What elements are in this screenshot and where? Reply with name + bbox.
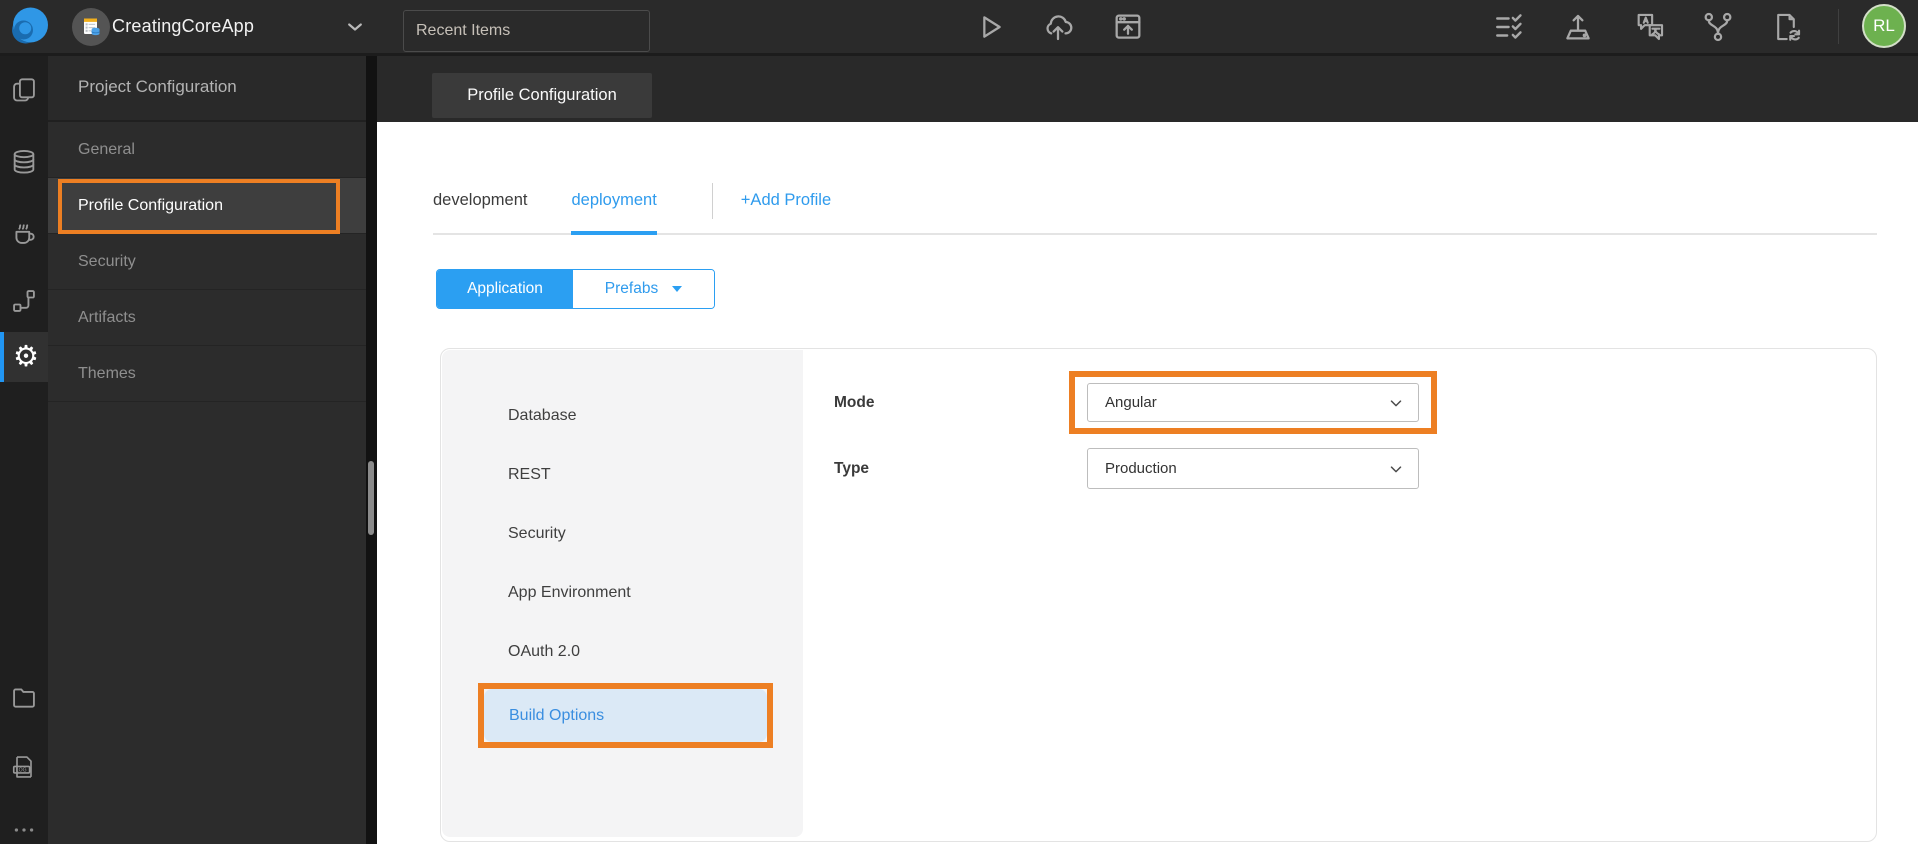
more-dots-icon[interactable] <box>0 816 48 844</box>
add-profile-button[interactable]: +Add Profile <box>741 191 831 210</box>
folder-icon[interactable] <box>0 683 48 711</box>
translate-chat-icon[interactable] <box>1633 10 1667 44</box>
mode-row: Mode Angular <box>834 371 1437 434</box>
wavemaker-logo-icon[interactable] <box>10 6 50 46</box>
type-row: Type Production <box>834 448 1437 489</box>
prefabs-caret-down-icon <box>672 286 683 292</box>
topbar-divider <box>1838 9 1839 44</box>
branch-share-icon[interactable] <box>1701 10 1735 44</box>
topbar: CreatingCoreApp Recent Items RL <box>0 0 1918 53</box>
app-switcher-chevron-icon[interactable] <box>344 17 366 37</box>
recent-items-input[interactable] <box>403 10 650 52</box>
nav-item-security[interactable]: Security <box>442 504 803 563</box>
settings-nav-panel: Database REST Security App Environment O… <box>442 350 803 837</box>
profile-tabs: development deployment +Add Profile <box>433 168 1877 235</box>
highlight-box-build-options: Build Options <box>478 683 773 748</box>
cloud-deploy-icon[interactable] <box>1041 10 1075 44</box>
sidebar-item-general[interactable]: General <box>48 122 366 178</box>
build-options-form: Mode Angular Type Production <box>834 371 1437 489</box>
nav-item-database[interactable]: Database <box>442 386 803 445</box>
nav-item-oauth[interactable]: OAuth 2.0 <box>442 622 803 681</box>
settings-sidebar: Project Configuration General Profile Co… <box>48 53 366 844</box>
app-screen: CreatingCoreApp Recent Items RL ⚙ LOG Pr… <box>0 0 1918 844</box>
tab-development[interactable]: development <box>433 168 527 233</box>
scope-toggle: Application Prefabs <box>436 269 715 309</box>
tab-deployment[interactable]: deployment <box>571 168 658 235</box>
type-select[interactable]: Production <box>1087 448 1419 489</box>
chevron-down-icon <box>1390 399 1402 406</box>
sidebar-item-security[interactable]: Security <box>48 234 366 290</box>
app-name[interactable]: CreatingCoreApp <box>112 0 254 53</box>
icon-rail: ⚙ LOG <box>0 53 48 844</box>
settings-gear-item[interactable]: ⚙ <box>0 332 48 382</box>
sidebar-scrollbar-track <box>366 53 377 844</box>
sidebar-item-themes[interactable]: Themes <box>48 346 366 402</box>
profile-settings-panel: Database REST Security App Environment O… <box>440 348 1877 842</box>
topbar-shadow <box>0 53 1918 56</box>
sidebar-title: Project Configuration <box>48 53 366 122</box>
settings-gear-icon: ⚙ <box>13 340 39 373</box>
main-area: Profile Configuration development deploy… <box>377 53 1918 844</box>
prefabs-toggle-button[interactable]: Prefabs <box>573 270 714 308</box>
application-toggle-button[interactable]: Application <box>437 270 573 308</box>
main-content: development deployment +Add Profile Appl… <box>377 122 1918 844</box>
queue-checklist-icon[interactable] <box>1493 10 1527 44</box>
sidebar-scrollbar-thumb[interactable] <box>368 461 374 535</box>
logs-icon[interactable]: LOG <box>0 753 48 781</box>
nav-item-rest[interactable]: REST <box>442 445 803 504</box>
database-icon[interactable] <box>0 148 48 176</box>
user-avatar[interactable]: RL <box>1862 4 1906 48</box>
nav-item-app-environment[interactable]: App Environment <box>442 563 803 622</box>
project-avatar-icon[interactable] <box>72 8 110 46</box>
run-play-icon[interactable] <box>973 10 1007 44</box>
file-sync-icon[interactable] <box>1769 10 1803 44</box>
sidebar-item-artifacts[interactable]: Artifacts <box>48 290 366 346</box>
preview-window-icon[interactable] <box>1111 10 1145 44</box>
api-orchestration-icon[interactable] <box>0 287 48 315</box>
sidebar-item-profile-configuration[interactable]: Profile Configuration <box>48 178 366 234</box>
page-tab-strip: Profile Configuration <box>377 53 1918 122</box>
nav-item-build-options[interactable]: Build Options <box>442 681 803 748</box>
highlight-box-mode-select: Angular <box>1069 371 1437 434</box>
page-tab-profile-configuration[interactable]: Profile Configuration <box>432 73 652 118</box>
chevron-down-icon <box>1390 465 1402 472</box>
export-deploy-icon[interactable] <box>1561 10 1595 44</box>
mode-select[interactable]: Angular <box>1087 383 1419 422</box>
type-label: Type <box>834 459 870 477</box>
build-options-selected-pill[interactable]: Build Options <box>484 689 767 742</box>
tabs-divider <box>711 182 713 219</box>
pages-icon[interactable] <box>0 76 48 104</box>
mode-label: Mode <box>834 393 875 411</box>
java-services-icon[interactable] <box>0 219 48 247</box>
svg-text:LOG: LOG <box>16 768 27 774</box>
